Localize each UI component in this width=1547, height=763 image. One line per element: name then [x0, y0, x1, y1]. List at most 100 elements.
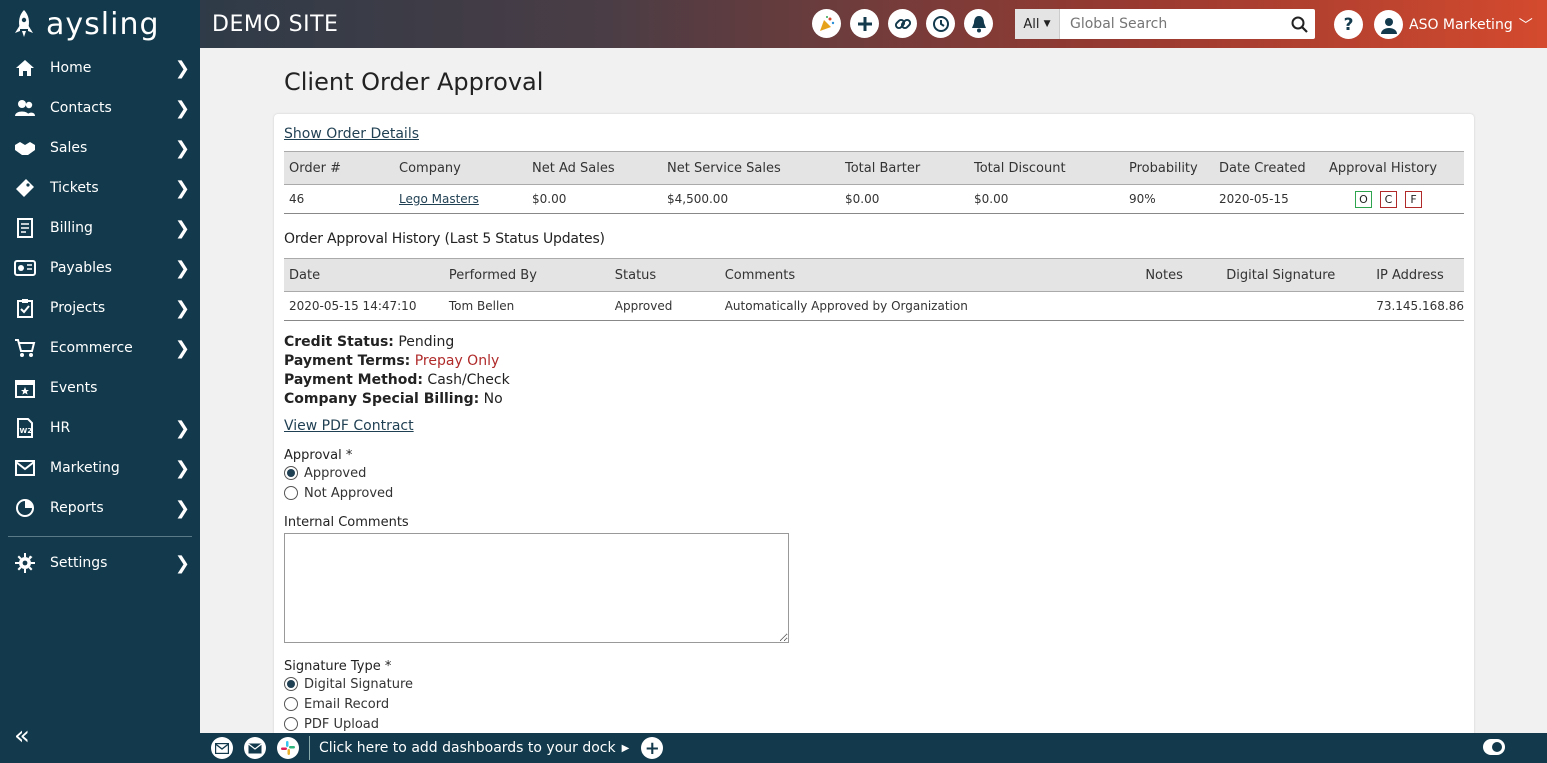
- cell-order: 46: [284, 184, 394, 214]
- sidebar-item-events[interactable]: Events: [0, 368, 200, 408]
- search-scope-value: All: [1023, 16, 1040, 32]
- avatar: [1374, 10, 1403, 39]
- add-dashboard-text[interactable]: Click here to add dashboards to your doc…: [319, 740, 616, 756]
- table-row: 2020-05-15 14:47:10 Tom Bellen Approved …: [284, 291, 1464, 321]
- sidebar-item-projects[interactable]: Projects ❯: [0, 288, 200, 328]
- cell-digital-signature: [1221, 291, 1372, 321]
- radio-not-approved[interactable]: [284, 486, 298, 500]
- sidebar-item-sales[interactable]: Sales ❯: [0, 128, 200, 168]
- top-action-icons: [812, 9, 993, 38]
- chevron-right-icon: ❯: [174, 297, 190, 319]
- show-order-details-link[interactable]: Show Order Details: [284, 126, 419, 142]
- rocket-icon: [15, 10, 33, 37]
- approval-option-approved[interactable]: Approved: [284, 463, 1464, 483]
- approval-badge-c[interactable]: C: [1380, 190, 1397, 208]
- col-status: Status: [609, 258, 720, 292]
- radio-pdf-upload[interactable]: [284, 717, 298, 731]
- signature-option-pdf[interactable]: PDF Upload: [284, 714, 1464, 733]
- user-menu[interactable]: ASO Marketing ﹀: [1374, 10, 1533, 39]
- order-approval-card: Show Order Details Order # Company Net A…: [274, 114, 1474, 733]
- payment-method: Payment Method: Cash/Check: [284, 371, 1464, 390]
- approval-badges: O C F: [1329, 190, 1464, 208]
- signature-option-email[interactable]: Email Record: [284, 694, 1464, 714]
- credit-status-label: Credit Status:: [284, 334, 394, 350]
- cell-approval-history: O C F: [1324, 184, 1464, 214]
- sidebar-item-hr[interactable]: W2 HR ❯: [0, 408, 200, 448]
- payment-terms: Payment Terms: Prepay Only: [284, 352, 1464, 371]
- radio-email-record[interactable]: [284, 697, 298, 711]
- radio-label: Email Record: [304, 696, 390, 712]
- sidebar-item-label: Reports: [50, 500, 104, 516]
- sidebar-item-reports[interactable]: Reports ❯: [0, 488, 200, 528]
- cell-status: Approved: [609, 291, 720, 321]
- sidebar-item-label: Settings: [50, 555, 108, 571]
- cart-icon: [14, 337, 36, 359]
- company-link[interactable]: Lego Masters: [399, 192, 479, 206]
- col-net-ad-sales: Net Ad Sales: [527, 151, 662, 185]
- col-order: Order #: [284, 151, 394, 185]
- sidebar-item-label: Ecommerce: [50, 340, 133, 356]
- user-name: ASO Marketing: [1409, 16, 1513, 33]
- col-date: Date: [284, 258, 444, 292]
- internal-comments-textarea[interactable]: [284, 533, 789, 643]
- add-icon[interactable]: [850, 9, 879, 38]
- brand-logo[interactable]: aysling: [0, 0, 200, 48]
- cell-company: Lego Masters: [394, 184, 527, 214]
- approval-badge-f[interactable]: F: [1405, 190, 1422, 208]
- help-icon[interactable]: ?: [1334, 10, 1363, 39]
- sidebar-item-payables[interactable]: Payables ❯: [0, 248, 200, 288]
- sidebar-item-ecommerce[interactable]: Ecommerce ❯: [0, 328, 200, 368]
- dock-toggle[interactable]: [1483, 739, 1505, 755]
- mail-icon[interactable]: [211, 737, 233, 759]
- search-scope-select[interactable]: All ▼: [1015, 9, 1060, 39]
- sidebar-item-settings[interactable]: Settings ❯: [0, 543, 200, 583]
- party-popper-icon[interactable]: [812, 9, 841, 38]
- radio-digital-signature[interactable]: [284, 677, 298, 691]
- table-header-row: Date Performed By Status Comments Notes …: [284, 258, 1464, 292]
- view-pdf-contract-link[interactable]: View PDF Contract: [284, 418, 414, 434]
- slack-icon[interactable]: [277, 737, 299, 759]
- cell-net-service-sales: $4,500.00: [662, 184, 840, 214]
- payment-terms-label: Payment Terms:: [284, 353, 411, 369]
- sidebar-item-label: Home: [50, 60, 92, 76]
- sidebar-item-home[interactable]: Home ❯: [0, 48, 200, 88]
- col-total-discount: Total Discount: [969, 151, 1124, 185]
- sidebar-item-label: Sales: [50, 140, 88, 156]
- approval-option-not-approved[interactable]: Not Approved: [284, 483, 1464, 503]
- contacts-icon: [14, 97, 36, 119]
- radio-approved[interactable]: [284, 466, 298, 480]
- payment-method-label: Payment Method:: [284, 372, 423, 388]
- sidebar-item-label: HR: [50, 420, 71, 436]
- home-icon: [14, 57, 36, 79]
- bell-icon[interactable]: [964, 9, 993, 38]
- reports-icon: [14, 497, 36, 519]
- link-icon[interactable]: [888, 9, 917, 38]
- search-input[interactable]: [1060, 10, 1283, 38]
- sidebar-item-billing[interactable]: Billing ❯: [0, 208, 200, 248]
- table-header-row: Order # Company Net Ad Sales Net Service…: [284, 151, 1464, 185]
- cell-date-created: 2020-05-15: [1214, 184, 1324, 214]
- signature-option-digital[interactable]: Digital Signature: [284, 674, 1464, 694]
- brand-name: aysling: [46, 6, 160, 42]
- radio-label: Not Approved: [304, 485, 394, 501]
- sidebar-item-contacts[interactable]: Contacts ❯: [0, 88, 200, 128]
- email-campaign-icon[interactable]: [244, 737, 266, 759]
- special-billing: Company Special Billing: No: [284, 390, 1464, 409]
- collapse-sidebar-icon[interactable]: «: [14, 721, 30, 751]
- history-icon[interactable]: [926, 9, 955, 38]
- approval-badge-o[interactable]: O: [1355, 190, 1372, 208]
- credit-status: Credit Status: Pending: [284, 333, 1464, 352]
- col-probability: Probability: [1124, 151, 1214, 185]
- sidebar-item-tickets[interactable]: Tickets ❯: [0, 168, 200, 208]
- add-dashboard-button[interactable]: +: [641, 737, 664, 759]
- ticket-icon: [14, 177, 36, 199]
- sidebar-item-marketing[interactable]: Marketing ❯: [0, 448, 200, 488]
- global-search: All ▼: [1015, 9, 1315, 39]
- cell-ip-address: 73.145.168.86: [1371, 291, 1464, 321]
- search-icon[interactable]: [1283, 16, 1315, 33]
- col-notes: Notes: [1140, 258, 1222, 292]
- dashboard-dock: Click here to add dashboards to your doc…: [200, 733, 1547, 763]
- page-title: Client Order Approval: [284, 68, 544, 96]
- cell-performed-by: Tom Bellen: [443, 291, 610, 321]
- chevron-down-icon: ﹀: [1518, 17, 1533, 34]
